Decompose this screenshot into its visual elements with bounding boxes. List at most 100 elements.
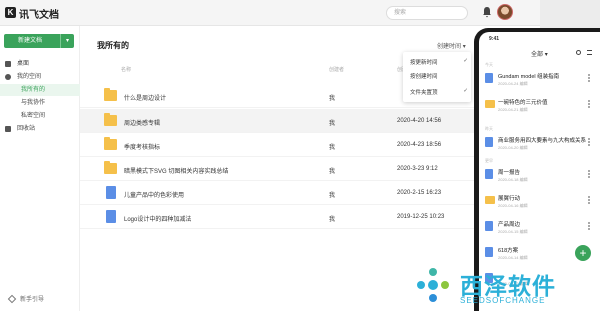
table-row[interactable]: 暗黑模式下SVG 切图相关内容实践总结 我 2020-3-23 9:12: [80, 157, 540, 181]
list-item-title: 产品周边: [498, 222, 521, 228]
row-creator: 我: [329, 217, 336, 223]
doc-icon: [106, 210, 116, 223]
sort-dropdown[interactable]: 创建时间 ▾: [437, 41, 466, 50]
list-item-title: 商业服务用四大要素与九大构成关系: [498, 138, 587, 144]
list-item-title: 618方案: [498, 248, 519, 254]
sidebar-item-my-space[interactable]: 我的空间: [0, 71, 80, 83]
row-time: 2020-3-23 9:12: [397, 166, 438, 172]
table-row[interactable]: 周边类感专辑 我 2020-4-20 14:56: [80, 109, 540, 133]
phone-clock: 9:41: [489, 36, 500, 42]
sidebar-item-mine[interactable]: 我所有的: [0, 84, 80, 96]
doc-icon: [485, 247, 493, 257]
bell-icon[interactable]: [482, 6, 492, 18]
sidebar-item-label: 回收站: [17, 126, 36, 132]
check-icon: ✓: [463, 58, 468, 64]
avatar[interactable]: [497, 4, 513, 20]
table-row[interactable]: 什么是周边设计 我: [80, 84, 540, 108]
sidebar-item-private[interactable]: 私密空间: [0, 110, 80, 122]
more-icon[interactable]: [588, 222, 590, 230]
list-item[interactable]: 周一报告 2020-04-18 编辑: [479, 164, 600, 190]
list-item-meta: 2020-04-24 编辑: [498, 81, 528, 86]
list-item-title: 展翼行动: [498, 196, 521, 202]
doc-icon: [485, 137, 493, 147]
sidebar-item-label: 与我协作: [21, 100, 46, 106]
folder-icon: [104, 88, 117, 101]
desktop-icon: [5, 61, 11, 67]
check-icon: ✓: [463, 88, 468, 94]
list-item-title: 周一报告: [498, 170, 521, 176]
row-creator: 我: [329, 193, 336, 199]
top-bar: K 讯飞文档 搜索: [0, 0, 540, 26]
folder-icon: [104, 113, 117, 126]
doc-icon: [485, 221, 493, 231]
doc-icon: [106, 186, 116, 199]
list-item[interactable]: 一碗特色的三元价值 2020-04-21 编辑: [479, 94, 600, 120]
more-icon[interactable]: [588, 170, 590, 178]
watermark-logo-icon: [417, 268, 449, 302]
menu-item-sort-updated[interactable]: 按更新时间 ✓: [410, 58, 468, 66]
list-item[interactable]: 商业服务用四大要素与九大构成关系 2020-04-20 编辑: [479, 132, 600, 158]
sidebar-item-desktop[interactable]: 桌面: [0, 58, 80, 70]
watermark-subtitle: SEEDSOFCHANGE: [460, 296, 546, 305]
search-icon[interactable]: [576, 50, 581, 55]
row-name: 季度考核指标: [124, 145, 161, 151]
row-creator: 我: [329, 121, 336, 127]
more-icon[interactable]: [588, 74, 590, 82]
column-name[interactable]: 名称: [121, 66, 131, 73]
chevron-down-icon: ▾: [544, 52, 548, 58]
table-row[interactable]: Logo设计中的四种加减法 我 2019-12-25 10:23: [80, 205, 540, 229]
menu-item-label: 按更新时间: [410, 60, 438, 66]
app-logo[interactable]: K: [5, 7, 16, 18]
row-name: Logo设计中的四种加减法: [124, 217, 192, 223]
list-item-meta: 2020-04-18 编辑: [498, 177, 528, 182]
trash-icon: [5, 126, 11, 132]
row-time: 2020-2-15 16:23: [397, 190, 442, 196]
row-name: 儿童产品中的色彩使用: [124, 193, 185, 199]
list-item-meta: 2020-04-21 编辑: [498, 107, 528, 112]
sidebar-item-shared[interactable]: 与我协作: [0, 97, 80, 109]
menu-item-folders-top[interactable]: 文件夹置顶 ✓: [410, 88, 468, 96]
menu-item-sort-created[interactable]: 按创建时间: [410, 72, 468, 80]
sidebar-item-label: 我所有的: [21, 87, 46, 93]
row-time: 2020-4-20 14:56: [397, 118, 442, 124]
row-time: 2019-12-25 10:23: [397, 214, 445, 220]
sort-menu: 按更新时间 ✓ 按创建时间 文件夹置顶 ✓: [403, 52, 471, 102]
table-row[interactable]: 儿童产品中的色彩使用 我 2020-2-15 16:23: [80, 181, 540, 205]
app-name: 讯飞文档: [19, 10, 59, 21]
search-input[interactable]: 搜索: [386, 6, 468, 20]
space-icon: [5, 74, 11, 80]
row-time: 2020-4-23 18:56: [397, 142, 442, 148]
table-row[interactable]: 季度考核指标 我 2020-4-23 18:56: [80, 133, 540, 157]
more-icon[interactable]: [588, 196, 590, 204]
list-item[interactable]: Gundam model 组装指南 2020-04-24 编辑: [479, 68, 600, 94]
new-doc-label: 新建文档: [18, 38, 43, 44]
doc-icon: [485, 169, 493, 179]
more-icon[interactable]: [588, 100, 590, 108]
list-item-meta: 2020-04-20 编辑: [498, 145, 528, 150]
sidebar-item-label: 我的空间: [17, 74, 42, 80]
chevron-down-icon[interactable]: ▾: [60, 34, 74, 48]
new-doc-button[interactable]: 新建文档 ▾: [4, 34, 74, 48]
list-item[interactable]: 展翼行动 2020-04-16 编辑: [479, 190, 600, 216]
menu-icon[interactable]: [587, 50, 592, 55]
sidebar-item-trash[interactable]: 回收站: [0, 123, 80, 135]
column-creator[interactable]: 创建者: [329, 66, 344, 73]
sidebar-item-label: 私密空间: [21, 113, 46, 119]
list-item-meta: 2020-04-16 编辑: [498, 203, 528, 208]
folder-icon: [104, 137, 117, 150]
phone-filter-tab[interactable]: 全部 ▾: [531, 49, 548, 58]
guide-link[interactable]: 新手引导: [20, 294, 44, 303]
list-item-title: Gundam model 组装指南: [498, 74, 560, 80]
list-item[interactable]: 产品周边 2020-04-15 编辑: [479, 216, 600, 242]
folder-icon: [104, 161, 117, 174]
more-icon[interactable]: [588, 138, 590, 146]
row-name: 什么是周边设计: [124, 96, 167, 102]
folder-icon: [485, 100, 495, 108]
sidebar: 新建文档 ▾ 桌面 我的空间 我所有的 与我协作 私密空间 回收站 新手引导: [0, 26, 80, 311]
chevron-down-icon: ▾: [462, 44, 466, 50]
add-button[interactable]: +: [575, 245, 591, 261]
sort-label: 创建时间: [437, 44, 462, 50]
row-name: 暗黑模式下SVG 切图相关内容实践总结: [124, 169, 229, 175]
row-name: 周边类感专辑: [124, 121, 161, 127]
row-creator: 我: [329, 145, 336, 151]
